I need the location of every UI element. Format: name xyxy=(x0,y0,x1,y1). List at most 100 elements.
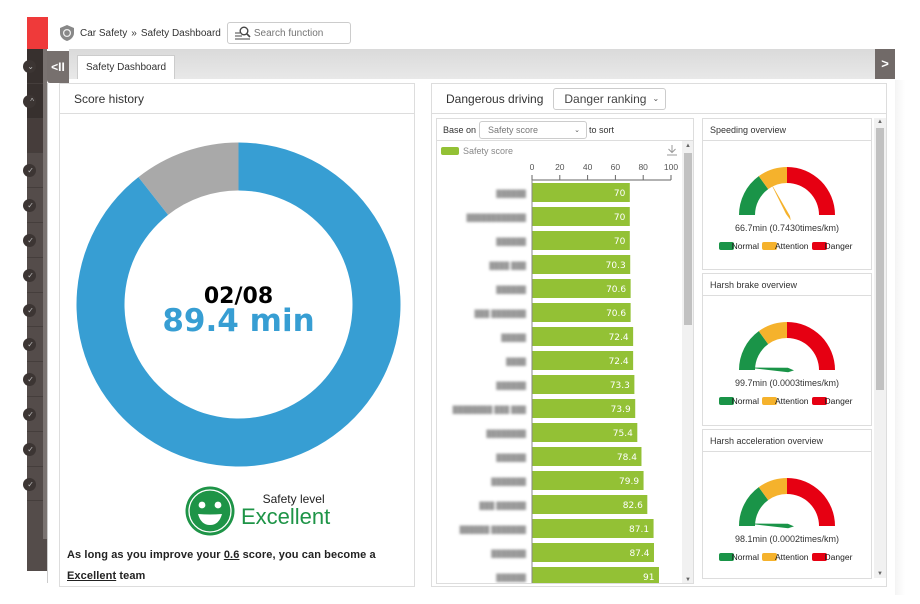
gauge-legend: Normal Attention Danger xyxy=(703,552,871,562)
chevron-icon: ✓ xyxy=(23,233,36,247)
category-label: ██████ xyxy=(496,381,526,391)
sort-value: Safety score xyxy=(488,124,539,135)
category-label: ███ ███████ xyxy=(474,309,526,319)
bar-value-label: 70.6 xyxy=(606,309,626,319)
breadcrumb-safety-dashboard[interactable]: Safety Dashboard xyxy=(141,28,221,39)
bar-value-label: 78.4 xyxy=(617,453,637,463)
sort-select[interactable]: Safety score ⌄ xyxy=(479,120,588,139)
chevron-icon: ✓ xyxy=(23,338,36,352)
category-label: ███████ xyxy=(491,477,526,487)
score-history-title: Score history xyxy=(60,84,414,114)
bar-value-label: 73.9 xyxy=(611,405,631,415)
bar[interactable] xyxy=(532,567,659,584)
improvement-advice: As long as you improve your 0.6 score, y… xyxy=(67,545,407,587)
x-tick-label: 0 xyxy=(530,162,535,172)
advice-suffix: team xyxy=(116,570,146,582)
gauge-card: Harsh acceleration overview 98.1min (0.00… xyxy=(702,429,872,579)
chevron-icon: ✓ xyxy=(23,407,36,421)
bar-value-label: 73.3 xyxy=(610,381,630,391)
safety-score-bar-chart: 0 20 40 60 80 10070██████70████████████70████… xyxy=(453,162,678,584)
category-label: ████████████ xyxy=(466,213,526,223)
tab-safety-dashboard[interactable]: Safety Dashboard xyxy=(77,55,176,79)
gauge-danger-segment xyxy=(787,478,835,526)
safety-dashboard-page: ⌄ ^ ✓ ✓ ✓ ✓ ✓ ✓ ✓ ✓ ✓ ✓ <II Car Safety » Safety Das… xyxy=(0,0,920,604)
search-input[interactable] xyxy=(253,27,344,39)
chart-scrollbar[interactable]: ▲ ▼ xyxy=(682,141,693,583)
category-label: ██████ ███████ xyxy=(460,525,526,535)
legend-label: Normal xyxy=(731,552,759,562)
category-label: ██████ xyxy=(496,285,526,295)
bar-value-label: 87.4 xyxy=(629,549,649,559)
gauge-dial xyxy=(739,322,835,373)
legend-label: Safety score xyxy=(463,146,514,156)
bar-value-label: 72.4 xyxy=(609,357,629,367)
bar-value-label: 87.1 xyxy=(629,525,649,535)
download-icon[interactable] xyxy=(666,144,678,156)
gauge-legend: Normal Attention Danger xyxy=(703,241,871,251)
legend-label: Normal xyxy=(731,241,759,251)
scroll-up-icon[interactable]: ▲ xyxy=(874,119,886,125)
chevron-icon: ✓ xyxy=(23,442,36,456)
scroll-thumb[interactable] xyxy=(876,128,884,390)
category-label: ████ ███ xyxy=(489,261,526,271)
x-tick-label: 60 xyxy=(611,162,621,172)
scroll-down-icon[interactable]: ▼ xyxy=(682,577,693,583)
bar-value-label: 70.6 xyxy=(606,285,626,295)
category-label: ██████ xyxy=(496,573,526,583)
gauge-card: Speeding overview 66.7min (0.7430times/km… xyxy=(702,118,872,270)
gauge-scrollbar[interactable]: ▲ ▼ xyxy=(874,118,886,578)
search-box[interactable] xyxy=(226,22,351,44)
score-value: 89.4 min xyxy=(162,303,315,339)
bar-value-label: 72.4 xyxy=(609,333,629,343)
breadcrumb-car-safety[interactable]: Car Safety xyxy=(80,28,127,39)
score-history-panel: Score history 02/08 89.4 min Safety leve… xyxy=(59,83,415,587)
gauge-title: Harsh brake overview xyxy=(703,274,871,296)
sort-prefix: Base on xyxy=(443,124,477,135)
page-edge xyxy=(895,80,905,595)
legend-label: Danger xyxy=(824,552,853,562)
chevron-icon: ✓ xyxy=(23,477,36,491)
app-logo-block xyxy=(27,17,48,49)
legend-swatch xyxy=(441,147,459,155)
shield-icon xyxy=(60,25,74,41)
gauge-title: Speeding overview xyxy=(703,119,871,141)
search-list-icon xyxy=(234,26,251,40)
gauge-legend: Normal Attention Danger xyxy=(703,396,871,406)
chevron-down-icon: ⌄ xyxy=(574,126,581,134)
dangerous-driving-title: Dangerous driving xyxy=(446,91,544,106)
score-donut: 02/08 89.4 min xyxy=(76,142,401,467)
gauge-reading: 66.7min (0.7430times/km) xyxy=(734,223,840,233)
category-label: ███ ██████ xyxy=(479,501,526,511)
x-tick-label: 100 xyxy=(664,162,678,172)
category-label: ████ xyxy=(506,357,526,367)
gauge-dial xyxy=(739,167,835,221)
scroll-down-icon[interactable]: ▼ xyxy=(874,571,886,577)
next-tab-button[interactable]: > xyxy=(875,49,895,79)
legend-label: Attention xyxy=(774,241,809,251)
safety-level-value: Excellent xyxy=(241,504,331,529)
danger-mode-value: Danger ranking xyxy=(564,91,647,106)
scroll-thumb[interactable] xyxy=(684,153,692,325)
legend-label: Normal xyxy=(731,396,759,406)
gauge-reading: 98.1min (0.0002times/km) xyxy=(734,534,840,544)
danger-mode-select[interactable]: Danger ranking ⌄ xyxy=(553,87,667,110)
collapse-sidebar-button[interactable]: <II xyxy=(47,51,69,83)
chevron-icon: ✓ xyxy=(23,164,36,178)
x-tick-label: 40 xyxy=(583,162,593,172)
bar-value-label: 70 xyxy=(614,189,626,199)
gauge-danger-segment xyxy=(787,322,835,370)
smiley-icon xyxy=(185,486,235,536)
chevron-icon: ✓ xyxy=(23,268,36,282)
bar-value-label: 70.3 xyxy=(606,261,626,271)
scroll-up-icon[interactable]: ▲ xyxy=(682,143,693,149)
bar-value-label: 91 xyxy=(643,573,654,583)
chart-legend[interactable]: Safety score xyxy=(441,146,513,156)
breadcrumb-separator: » xyxy=(131,27,137,39)
bar-value-label: 79.9 xyxy=(619,477,639,487)
advice-level: Excellent xyxy=(67,570,117,582)
bar-value-label: 82.6 xyxy=(623,501,643,511)
x-tick-label: 80 xyxy=(638,162,648,172)
category-label: ██████ xyxy=(496,453,526,463)
legend-label: Attention xyxy=(774,552,809,562)
category-label: ███████ xyxy=(491,549,526,559)
